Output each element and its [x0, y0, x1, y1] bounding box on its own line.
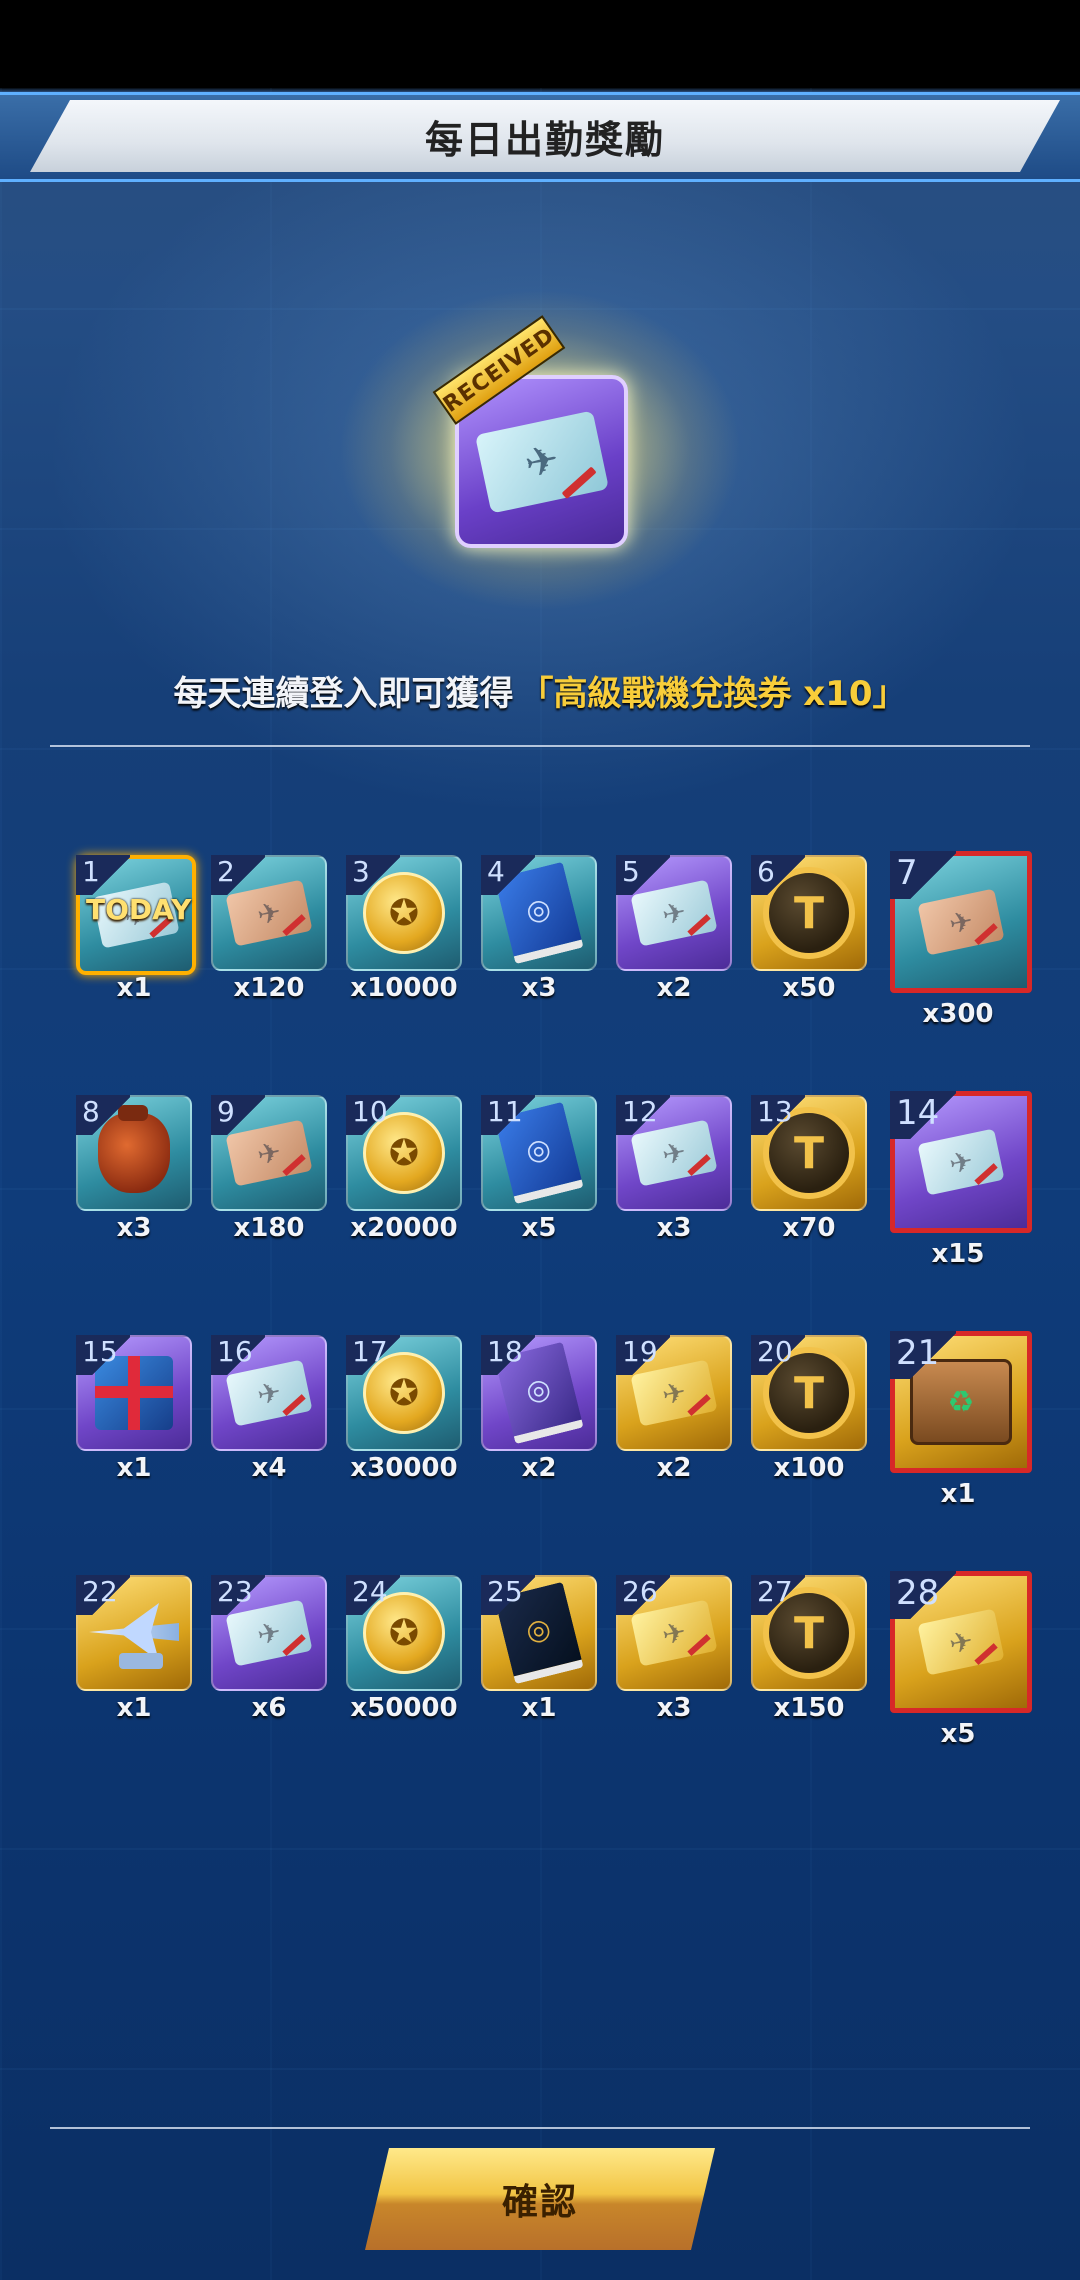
reward-day-15[interactable]: 15 x1 — [76, 1335, 192, 1483]
reward-quantity: x1 — [940, 1479, 976, 1509]
reward-quantity: x15 — [931, 1239, 985, 1269]
day-number: 12 — [616, 1095, 670, 1135]
day-number: 24 — [346, 1575, 400, 1615]
day-number: 5 — [616, 855, 670, 895]
reward-day-5[interactable]: ✈ 5 x2 — [616, 855, 732, 1003]
description-highlight: 「高級戰機兌換券 x10」 — [519, 673, 907, 714]
reward-quantity: x2 — [521, 1453, 557, 1483]
plane-ticket-icon: ✈ — [474, 409, 609, 514]
reward-day-12[interactable]: ✈ 12 x3 — [616, 1095, 732, 1243]
top-divider — [50, 745, 1030, 747]
reward-quantity: x100 — [773, 1453, 845, 1483]
day-number: 3 — [346, 855, 400, 895]
reward-quantity: x1 — [116, 973, 152, 1003]
reward-day-6[interactable]: T 6 x50 — [751, 855, 867, 1003]
day-number: 10 — [346, 1095, 400, 1135]
day-number: 28 — [890, 1571, 956, 1619]
reward-day-28[interactable]: ✈ 28 x5 — [890, 1571, 1032, 1749]
day-number: 13 — [751, 1095, 805, 1135]
reward-quantity: x6 — [251, 1693, 287, 1723]
reward-quantity: x1 — [116, 1693, 152, 1723]
reward-quantity: x50000 — [350, 1693, 458, 1723]
reward-quantity: x70 — [782, 1213, 836, 1243]
reward-day-13[interactable]: T 13 x70 — [751, 1095, 867, 1243]
title-plate: 每日出勤獎勵 — [30, 100, 1060, 172]
day-number: 21 — [890, 1331, 956, 1379]
day-number: 17 — [346, 1335, 400, 1375]
reward-quantity: x300 — [922, 999, 994, 1029]
day-number: 8 — [76, 1095, 130, 1135]
login-reward-description: 每天連續登入即可獲得 「高級戰機兌換券 x10」 — [0, 660, 1080, 720]
reward-day-16[interactable]: ✈ 16 x4 — [211, 1335, 327, 1483]
reward-day-23[interactable]: ✈ 23 x6 — [211, 1575, 327, 1723]
day-number: 18 — [481, 1335, 535, 1375]
day-number: 25 — [481, 1575, 535, 1615]
day-number: 23 — [211, 1575, 265, 1615]
page-title: 每日出勤獎勵 — [424, 117, 665, 162]
reward-quantity: x180 — [233, 1213, 305, 1243]
reward-quantity: x2 — [656, 973, 692, 1003]
day-number: 7 — [890, 851, 956, 899]
reward-day-25[interactable]: ◎ 25 x1 — [481, 1575, 597, 1723]
day-number: 27 — [751, 1575, 805, 1615]
reward-quantity: x4 — [251, 1453, 287, 1483]
reward-day-8[interactable]: 8 x3 — [76, 1095, 192, 1243]
reward-day-9[interactable]: ✈ 9 x180 — [211, 1095, 327, 1243]
reward-quantity: x1 — [521, 1693, 557, 1723]
today-label: TODAY — [86, 893, 192, 926]
reward-day-26[interactable]: ✈ 26 x3 — [616, 1575, 732, 1723]
day-number: 14 — [890, 1091, 956, 1139]
reward-quantity: x30000 — [350, 1453, 458, 1483]
day-number: 22 — [76, 1575, 130, 1615]
reward-day-14[interactable]: ✈ 14 x15 — [890, 1091, 1032, 1269]
reward-quantity: x5 — [521, 1213, 557, 1243]
description-text: 每天連續登入即可獲得 — [173, 673, 514, 714]
bottom-divider — [50, 2127, 1030, 2129]
reward-quantity: x50 — [782, 973, 836, 1003]
day-number: 26 — [616, 1575, 670, 1615]
day-number: 20 — [751, 1335, 805, 1375]
reward-day-10[interactable]: ✪ 10 x20000 — [346, 1095, 462, 1243]
reward-day-3[interactable]: ✪ 3 x10000 — [346, 855, 462, 1003]
reward-quantity: x120 — [233, 973, 305, 1003]
reward-quantity: x150 — [773, 1693, 845, 1723]
reward-day-1[interactable]: ✈ 1 TODAY x1 — [76, 855, 196, 1003]
day-number: 1 — [76, 855, 130, 895]
reward-day-19[interactable]: ✈ 19 x2 — [616, 1335, 732, 1483]
reward-day-2[interactable]: ✈ 2 x120 — [211, 855, 327, 1003]
reward-quantity: x5 — [940, 1719, 976, 1749]
day-number: 15 — [76, 1335, 130, 1375]
reward-day-27[interactable]: T 27 x150 — [751, 1575, 867, 1723]
reward-quantity: x10000 — [350, 973, 458, 1003]
reward-quantity: x3 — [656, 1213, 692, 1243]
reward-day-22[interactable]: 22 x1 — [76, 1575, 192, 1723]
reward-quantity: x1 — [116, 1453, 152, 1483]
reward-day-7[interactable]: ✈ 7 x300 — [890, 851, 1032, 1029]
reward-day-4[interactable]: ◎ 4 x3 — [481, 855, 597, 1003]
reward-day-17[interactable]: ✪ 17 x30000 — [346, 1335, 462, 1483]
confirm-button[interactable]: 確認 — [365, 2148, 715, 2250]
reward-quantity: x20000 — [350, 1213, 458, 1243]
day-number: 19 — [616, 1335, 670, 1375]
day-number: 11 — [481, 1095, 535, 1135]
reward-quantity: x3 — [656, 1693, 692, 1723]
day-number: 4 — [481, 855, 535, 895]
reward-day-20[interactable]: T 20 x100 — [751, 1335, 867, 1483]
day-number: 9 — [211, 1095, 265, 1135]
reward-day-21[interactable]: ♻ 21 x1 — [890, 1331, 1032, 1509]
day-number: 16 — [211, 1335, 265, 1375]
reward-day-11[interactable]: ◎ 11 x5 — [481, 1095, 597, 1243]
reward-quantity: x2 — [656, 1453, 692, 1483]
reward-quantity: x3 — [521, 973, 557, 1003]
day-number: 6 — [751, 855, 805, 895]
reward-quantity: x3 — [116, 1213, 152, 1243]
reward-day-18[interactable]: ◎ 18 x2 — [481, 1335, 597, 1483]
day-number: 2 — [211, 855, 265, 895]
reward-day-24[interactable]: ✪ 24 x50000 — [346, 1575, 462, 1723]
